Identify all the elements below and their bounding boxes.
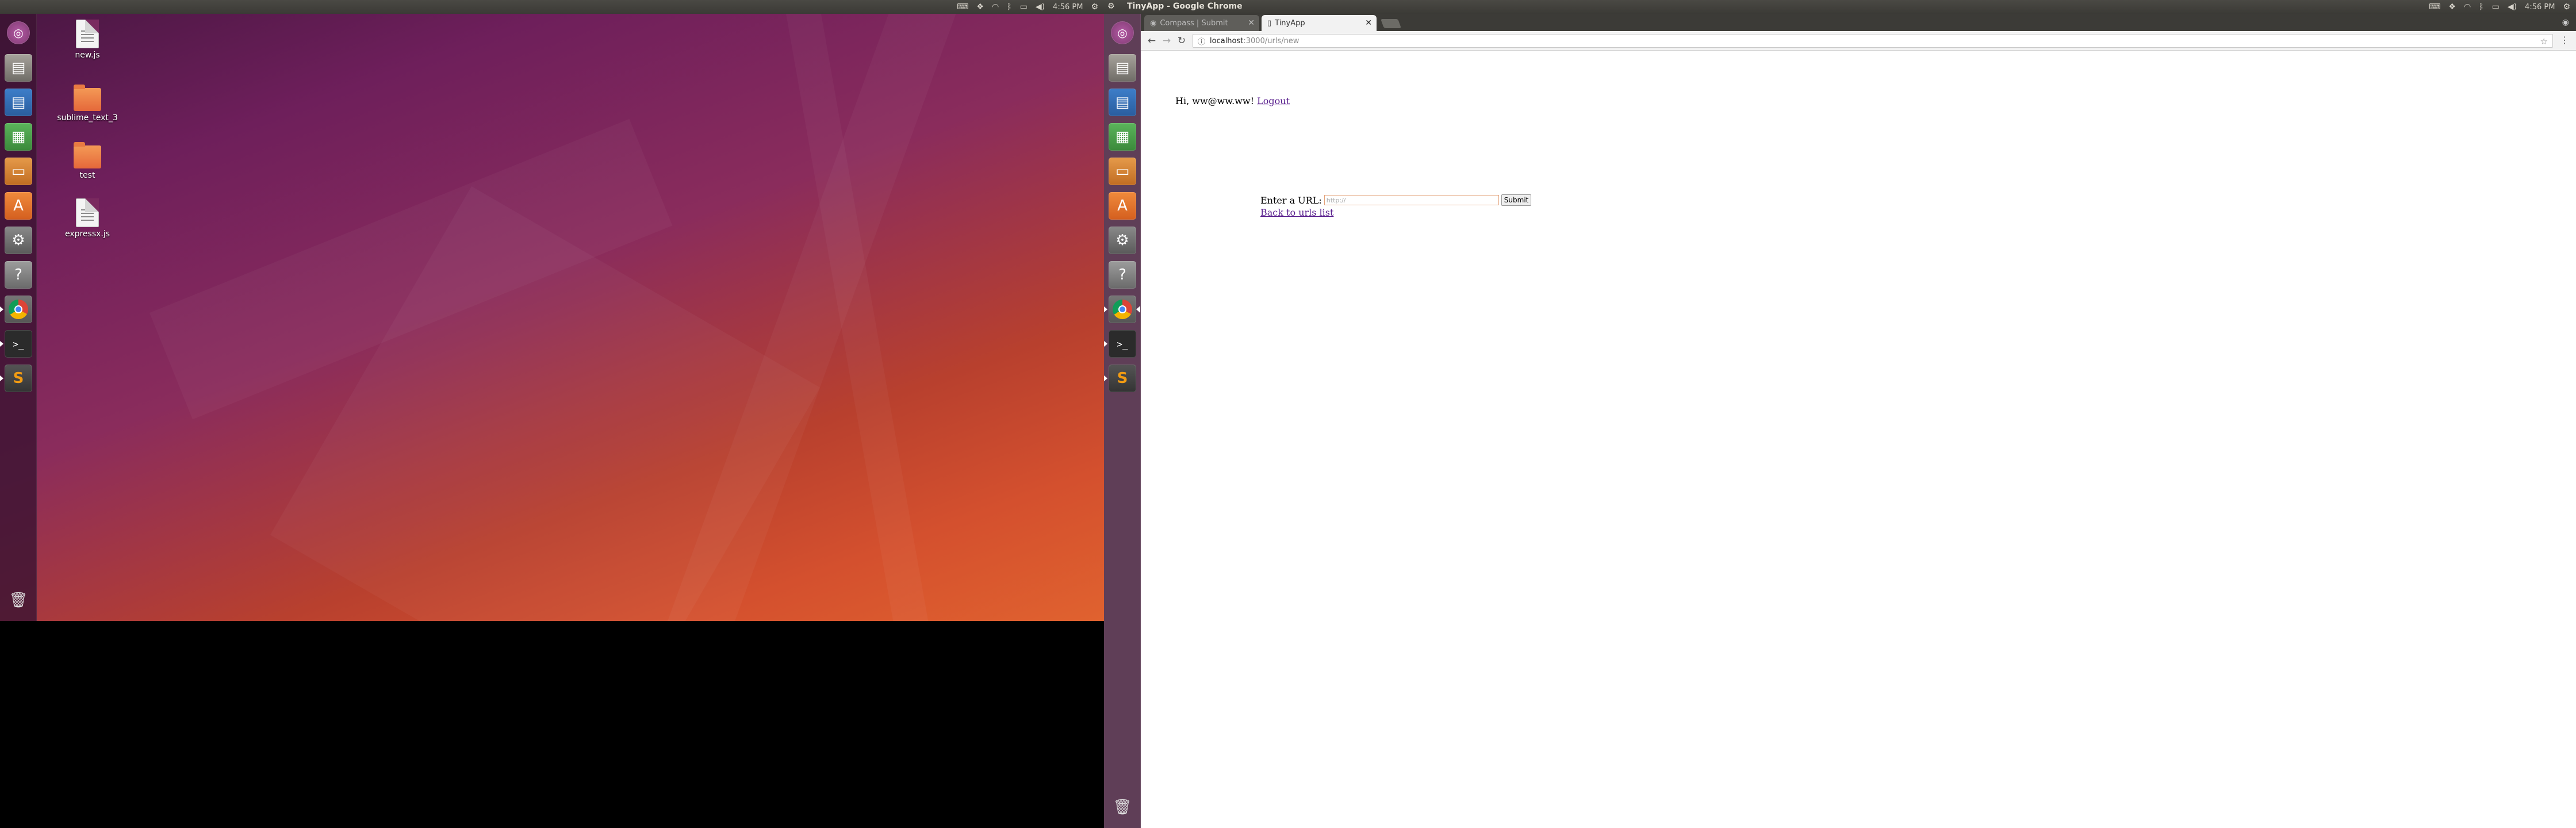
close-icon[interactable]: ✕ <box>1365 18 1372 28</box>
desktop-wallpaper <box>0 14 1104 621</box>
chrome-icon[interactable] <box>5 296 32 323</box>
keyboard-icon[interactable]: ⌨ <box>957 2 968 12</box>
folder-icon <box>74 85 101 111</box>
terminal-icon[interactable]: >_ <box>1109 330 1136 358</box>
battery-icon[interactable]: ▭ <box>1020 2 1028 12</box>
greeting-text: Hi, ww@ww.ww! <box>1175 95 1255 106</box>
address-path: :3000/urls/new <box>1243 36 1300 45</box>
libreoffice-calc-icon[interactable]: ▦ <box>1109 123 1136 151</box>
clock[interactable]: 4:56 PM <box>1053 3 1083 12</box>
tab-tinyapp[interactable]: ▯ TinyApp ✕ <box>1262 15 1377 31</box>
dash-icon[interactable]: ◎ <box>1111 21 1134 44</box>
desktop-icon-label: test <box>79 171 95 180</box>
libreoffice-impress-icon[interactable]: ▭ <box>1109 158 1136 185</box>
terminal-icon[interactable]: >_ <box>5 330 32 358</box>
volume-icon[interactable]: ◀) <box>2508 2 2517 12</box>
tab-label: Compass | Submit <box>1160 18 1228 28</box>
desktop-icon-new-js[interactable]: new.js <box>56 20 119 60</box>
folder-icon <box>74 142 101 168</box>
url-label: Enter a URL: <box>1260 194 1322 206</box>
desktop-icon-label: expressx.js <box>64 229 110 239</box>
chrome-menu-icon[interactable]: ⋮ <box>2560 34 2569 45</box>
desktop-icon-test[interactable]: test <box>56 141 119 180</box>
submit-button[interactable]: Submit <box>1501 194 1532 206</box>
trash-icon[interactable]: 🗑 <box>1109 793 1136 821</box>
running-indicator <box>0 341 3 347</box>
left-screen: ⌨ ❖ ◠ ᛒ ▭ ◀) 4:56 PM ⚙ ◎ ▤ ▤ ▦ ▭ A ⚙ ? >… <box>0 0 1104 621</box>
page-content: Hi, ww@ww.ww! Logout Enter a URL: Submit… <box>1141 51 2576 828</box>
trash-icon[interactable]: 🗑 <box>5 586 32 614</box>
info-icon[interactable]: ⓘ <box>1198 36 1205 47</box>
help-icon[interactable]: ? <box>1109 261 1136 289</box>
power-gear-icon[interactable]: ⚙ <box>2563 2 2570 12</box>
desktop-icon-label: sublime_text_3 <box>57 113 118 122</box>
wifi-icon[interactable]: ◠ <box>2464 2 2471 12</box>
bluetooth-icon[interactable]: ᛒ <box>1007 2 1011 12</box>
software-center-icon[interactable]: A <box>1109 192 1136 220</box>
volume-icon[interactable]: ◀) <box>1036 2 1045 12</box>
close-icon[interactable]: ✕ <box>1248 18 1255 28</box>
new-tab-button[interactable] <box>1381 19 1401 28</box>
right-screen: ⚙ TinyApp - Google Chrome ⌨ ❖ ◠ ᛒ ▭ ◀) 4… <box>1104 0 2576 828</box>
libreoffice-impress-icon[interactable]: ▭ <box>5 158 32 185</box>
tab-compass[interactable]: ◉ Compass | Submit ✕ <box>1144 15 1259 31</box>
javascript-file-icon <box>76 20 99 48</box>
browser-toolbar: ← → ↻ ⓘ localhost:3000/urls/new ☆ ⋮ <box>1141 31 2576 51</box>
desktop-icon-sublime-text-3[interactable]: sublime_text_3 <box>56 83 119 122</box>
greeting: Hi, ww@ww.ww! Logout <box>1175 95 1290 106</box>
dropbox-icon[interactable]: ❖ <box>976 2 984 12</box>
power-gear-icon[interactable]: ⚙ <box>1091 2 1098 12</box>
top-panel: ⚙ TinyApp - Google Chrome ⌨ ❖ ◠ ᛒ ▭ ◀) 4… <box>1104 0 2576 14</box>
globe-icon: ◉ <box>1150 18 1157 28</box>
dropbox-icon[interactable]: ❖ <box>2448 2 2456 12</box>
back-arrow-icon[interactable]: ← <box>1145 34 1158 47</box>
profile-icon[interactable]: ◉ <box>2562 18 2569 27</box>
clock[interactable]: 4:56 PM <box>2525 3 2555 12</box>
help-icon[interactable]: ? <box>5 261 32 289</box>
forward-arrow-icon[interactable]: → <box>1160 34 1173 47</box>
battery-icon[interactable]: ▭ <box>2492 2 2500 12</box>
tab-label: TinyApp <box>1275 18 1305 28</box>
dash-icon[interactable]: ◎ <box>7 21 30 44</box>
back-to-urls-link[interactable]: Back to urls list <box>1260 207 1333 218</box>
wifi-icon[interactable]: ◠ <box>992 2 999 12</box>
system-settings-icon[interactable]: ⚙ <box>1109 227 1136 254</box>
desktop-icon-expressx-js[interactable]: expressx.js <box>56 198 119 239</box>
running-indicator <box>1104 306 1107 312</box>
logout-link[interactable]: Logout <box>1257 95 1290 106</box>
sublime-text-icon[interactable]: S <box>1109 365 1136 392</box>
running-indicator <box>1104 375 1107 381</box>
libreoffice-writer-icon[interactable]: ▤ <box>5 89 32 116</box>
bookmark-star-icon[interactable]: ☆ <box>2540 36 2548 47</box>
keyboard-icon[interactable]: ⌨ <box>2429 2 2440 12</box>
bluetooth-icon[interactable]: ᛒ <box>2479 2 2483 12</box>
system-settings-icon[interactable]: ⚙ <box>5 227 32 254</box>
reload-icon[interactable]: ↻ <box>1175 34 1188 47</box>
running-indicator <box>0 306 3 312</box>
running-indicator <box>0 375 3 381</box>
chrome-icon[interactable] <box>1109 296 1136 323</box>
focused-indicator <box>1136 306 1140 313</box>
top-panel: ⌨ ❖ ◠ ᛒ ▭ ◀) 4:56 PM ⚙ <box>0 0 1104 14</box>
launcher: ◎ ▤ ▤ ▦ ▭ A ⚙ ? >_ S 🗑 <box>1104 14 1141 828</box>
libreoffice-writer-icon[interactable]: ▤ <box>1109 89 1136 116</box>
tab-strip: ◉ Compass | Submit ✕ ▯ TinyApp ✕ ◉ <box>1141 14 2576 31</box>
launcher: ◎ ▤ ▤ ▦ ▭ A ⚙ ? >_ S 🗑 <box>0 14 37 621</box>
address-host: localhost <box>1210 36 1244 45</box>
javascript-file-icon <box>76 198 99 227</box>
sublime-text-icon[interactable]: S <box>5 365 32 392</box>
new-url-form: Enter a URL: Submit <box>1260 194 1532 206</box>
running-indicator <box>1104 341 1107 347</box>
address-bar[interactable]: ⓘ localhost:3000/urls/new ☆ <box>1193 34 2553 48</box>
desktop-icon-label: new.js <box>75 51 100 60</box>
url-input[interactable] <box>1324 195 1499 205</box>
software-center-icon[interactable]: A <box>5 192 32 220</box>
page-icon: ▯ <box>1267 18 1272 28</box>
window-title: TinyApp - Google Chrome <box>1127 2 1243 11</box>
files-icon[interactable]: ▤ <box>1109 54 1136 82</box>
files-icon[interactable]: ▤ <box>5 54 32 82</box>
libreoffice-calc-icon[interactable]: ▦ <box>5 123 32 151</box>
gear-icon[interactable]: ⚙ <box>1107 2 1115 11</box>
